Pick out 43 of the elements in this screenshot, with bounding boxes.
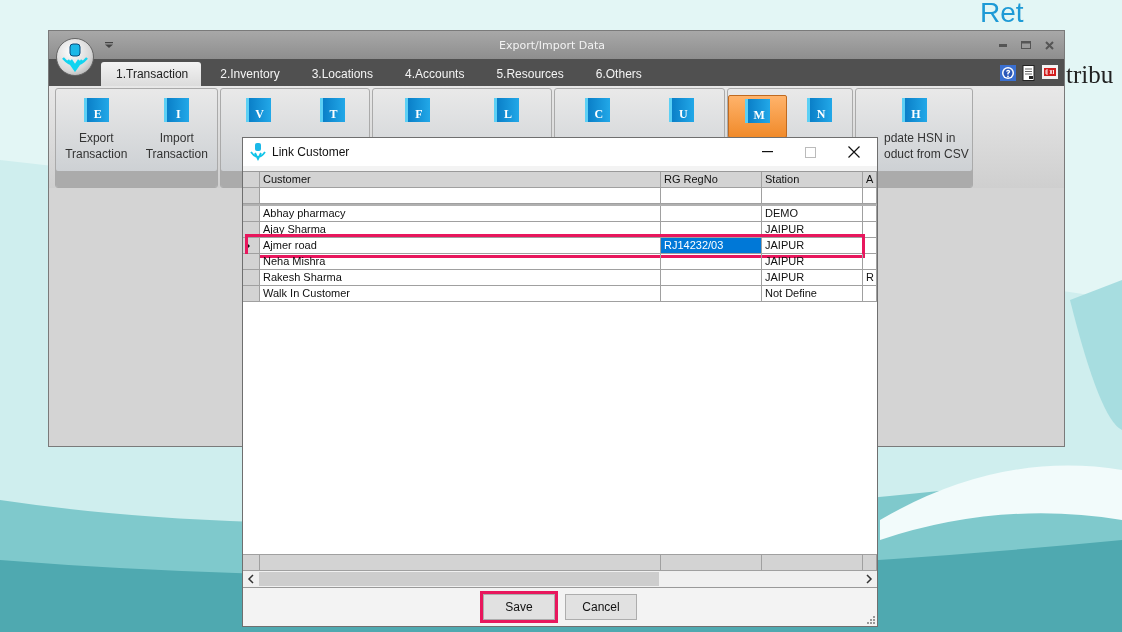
save-button[interactable]: Save [483,594,555,620]
brand-text: Ret [980,0,1024,28]
table-cell: Walk In Customer [260,286,661,302]
table-cell: JAIPUR [762,222,863,238]
tab[interactable]: 3.Locations [296,62,387,86]
tagline-text: tribu [1066,60,1114,90]
ribbon-button[interactable]: H pdate HSN in oduct from CSV [856,95,972,162]
column-header[interactable]: Customer [260,172,661,188]
ribbon-button[interactable]: I Import Transaction [141,95,212,162]
book-icon: V [245,98,271,122]
table-cell: JAIPUR [762,270,863,286]
table-cell: R [863,270,877,286]
table-cell: Abhay pharmacy [260,206,661,222]
ribbon-button[interactable]: E Export Transaction [61,95,132,162]
tab[interactable]: 4.Accounts [390,62,478,86]
table-cell: JAIPUR [762,254,863,270]
ribbon-button[interactable]: L [471,95,542,134]
table-cell: Rakesh Sharma [260,270,661,286]
table-cell: Neha Mishra [260,254,661,270]
tab[interactable]: 5.Resources [481,62,577,86]
table-cell: Not Define [762,286,863,302]
book-icon: U [669,98,695,122]
ribbon-button[interactable]: C [562,95,633,134]
cancel-button[interactable]: Cancel [565,594,637,620]
tab[interactable]: 1.Transaction [101,62,202,86]
table-cell: DEMO [762,206,863,222]
column-header[interactable]: Station [762,172,863,188]
book-icon: M [745,99,771,123]
column-header[interactable]: RG RegNo [661,172,762,188]
book-icon: N [807,98,833,122]
book-icon: T [319,98,345,122]
table-cell: RJ14232/03 [661,238,762,254]
book-icon: C [584,98,610,122]
column-header[interactable]: A [863,172,877,188]
book-icon: I [164,98,190,122]
book-icon: H [902,98,927,122]
book-icon: E [83,98,109,122]
tab[interactable]: 6.Others [580,62,655,86]
book-icon: L [494,98,519,122]
book-icon: F [405,98,430,122]
window-title: Export/Import Data [499,39,605,52]
dialog-title: Link Customer [272,145,350,159]
tab[interactable]: 2.Inventory [205,62,293,86]
